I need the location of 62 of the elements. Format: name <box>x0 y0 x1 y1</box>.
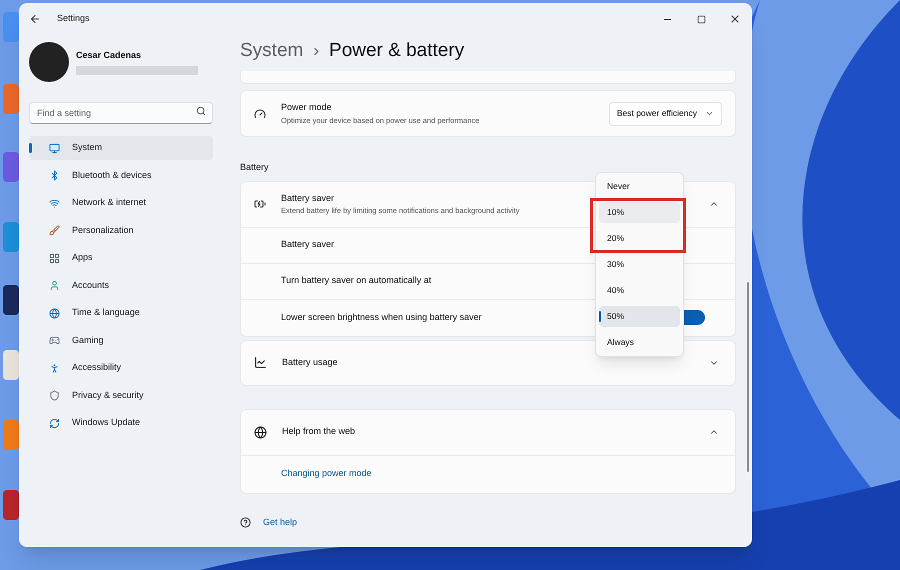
desktop-shortcut-icon[interactable] <box>3 350 19 380</box>
breadcrumb-separator: › <box>313 40 320 62</box>
setting-title: Power mode <box>281 101 333 114</box>
dropdown-option[interactable]: 30% <box>599 254 680 275</box>
sidebar-item[interactable]: Apps <box>29 246 213 270</box>
dropdown-option[interactable]: Never <box>599 176 680 197</box>
setting-title: Help from the web <box>282 425 356 438</box>
breadcrumb-parent[interactable]: System <box>240 36 304 66</box>
close-icon <box>729 13 741 25</box>
maximize-icon <box>696 14 706 24</box>
search-field[interactable]: Find a setting <box>29 102 213 124</box>
update-icon <box>49 418 60 428</box>
sidebar-item[interactable]: Accounts <box>29 274 213 298</box>
sidebar-item[interactable]: Privacy & security <box>29 384 213 408</box>
person-icon <box>49 280 60 291</box>
brush-icon <box>49 225 60 236</box>
dropdown-option[interactable]: Always <box>599 332 680 353</box>
help-link[interactable]: Changing power mode <box>281 467 372 481</box>
bluetooth-icon <box>49 170 60 181</box>
sidebar-item[interactable]: Windows Update <box>29 411 213 435</box>
desktop-shortcut-icon[interactable] <box>3 490 19 520</box>
shield-icon <box>49 390 60 401</box>
scrollbar[interactable] <box>747 282 749 472</box>
sidebar-item[interactable]: Network & internet <box>29 191 213 215</box>
sidebar-item[interactable]: Bluetooth & devices <box>29 164 213 188</box>
globe-icon <box>49 308 60 318</box>
setting-label: Lower screen brightness when using battery saver <box>281 310 482 324</box>
desktop-shortcut-icon[interactable] <box>3 285 19 315</box>
sidebar-item[interactable]: Personalization <box>29 218 213 242</box>
help-icon <box>240 516 251 528</box>
sidebar-item[interactable]: Gaming <box>29 328 213 352</box>
window-title: Settings <box>57 12 90 26</box>
sidebar-item[interactable]: Accessibility <box>29 356 213 380</box>
dropdown-option[interactable]: 10% <box>599 202 680 223</box>
dropdown-option[interactable]: 50% <box>599 306 680 327</box>
section-heading: Battery <box>240 161 270 174</box>
setting-label: Turn battery saver on automatically at <box>281 274 432 288</box>
wifi-icon <box>49 198 60 208</box>
account-name: Cesar Cadenas <box>76 49 142 62</box>
search-icon <box>196 106 206 116</box>
footer-link[interactable]: Get help <box>263 516 298 529</box>
desktop-shortcut-icon[interactable] <box>3 152 19 182</box>
gamepad-icon <box>49 335 60 346</box>
sidebar-item[interactable]: Time & language <box>29 301 213 325</box>
power-mode-dropdown[interactable]: Best power efficiency <box>608 102 722 126</box>
battery-icon <box>254 198 266 210</box>
dropdown-option[interactable]: 40% <box>599 280 680 301</box>
monitor-icon <box>49 142 60 154</box>
gauge-icon <box>254 108 266 120</box>
setting-title: Battery saver <box>281 192 336 205</box>
back-icon[interactable] <box>29 13 41 25</box>
avatar[interactable] <box>29 42 69 82</box>
page-title: Power & battery <box>329 38 464 63</box>
apps-icon <box>49 252 60 264</box>
dropdown-option[interactable]: 20% <box>599 228 680 249</box>
chevron-down-icon <box>705 109 714 118</box>
accessibility-icon <box>49 362 60 374</box>
line-chart-icon <box>254 356 267 369</box>
setting-title: Battery usage <box>282 356 338 369</box>
globe-icon <box>254 426 267 438</box>
setting-label: Battery saver <box>281 238 334 252</box>
sidebar-item[interactable]: System <box>29 136 213 160</box>
